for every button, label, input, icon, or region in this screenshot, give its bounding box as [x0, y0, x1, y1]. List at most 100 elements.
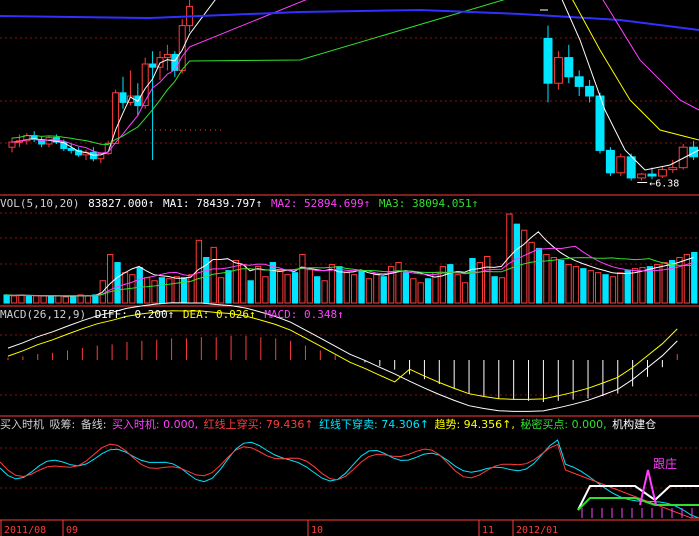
- volume-bar: [343, 272, 350, 304]
- candle-body: [119, 92, 127, 103]
- ind-inst: 机构建仓: [612, 418, 657, 431]
- volume-bar: [402, 272, 410, 304]
- candle-body: [543, 37, 553, 84]
- volume-bar: [151, 280, 158, 304]
- volume-bar: [240, 264, 247, 304]
- date-label: 2012/01: [516, 525, 558, 536]
- volume-bar: [454, 274, 461, 304]
- volume-bar: [114, 262, 121, 304]
- volume-bar: [646, 266, 654, 304]
- volume-bar: [521, 229, 528, 304]
- candle-body: [574, 76, 584, 87]
- volume-bar: [535, 247, 543, 304]
- volume-bar: [624, 270, 631, 304]
- date-label: 10: [311, 525, 323, 536]
- volume-bar: [380, 276, 387, 304]
- volume-bar: [284, 274, 291, 304]
- volume-bar: [55, 295, 62, 304]
- volume-bar: [513, 223, 520, 304]
- volume-bar: [594, 272, 602, 304]
- volume-bar: [358, 270, 365, 304]
- indicator-header: 买入时机 吸筹: 备线: 买入时机: 0.000, 红线上穿买: 79.436↑…: [0, 418, 699, 432]
- volume-bar: [62, 296, 69, 304]
- volume-bar: [550, 257, 557, 304]
- volume-bar: [291, 272, 299, 304]
- volume-bar: [299, 253, 306, 304]
- candle-body: [553, 57, 563, 84]
- ind-red-down: 红线下穿卖: 74.306↑: [319, 418, 429, 431]
- macd-diff: DIFF: 0.200↑: [94, 308, 175, 321]
- macd-title: MACD(26,12,9): [0, 308, 87, 321]
- macd-value: MACD: 0.348↑: [264, 308, 344, 321]
- volume-bar: [47, 295, 55, 304]
- vol-header: VOL(5,10,20) 83827.000↑ MA1: 78439.797↑ …: [0, 197, 699, 211]
- stock-chart[interactable]: ←6.38 跟庄 2011/08 09 10 11 2012/01 VOL(5,10,20)…: [0, 0, 699, 536]
- macd-header: MACD(26,12,9) DIFF: 0.200↑ DEA: 0.026↑ M…: [0, 308, 699, 322]
- volume-bar: [210, 246, 217, 304]
- candle-body: [564, 57, 574, 78]
- volume-bar: [668, 260, 676, 304]
- volume-bar: [609, 276, 617, 304]
- vol-title: VOL(5,10,20): [0, 197, 80, 210]
- candle-body: [149, 63, 157, 68]
- volume-bar: [277, 270, 284, 304]
- candle-body: [678, 146, 688, 169]
- price-ma-short-left: [11, 0, 216, 156]
- candle-body: [637, 173, 647, 179]
- volume-bar: [565, 264, 572, 304]
- volume-bar: [121, 272, 129, 304]
- volume-bar: [373, 274, 380, 304]
- volume-bar: [40, 295, 47, 304]
- volume-bar: [107, 253, 114, 304]
- volume-bar: [543, 253, 550, 304]
- volume-bar: [410, 278, 417, 304]
- price-ma-long-left: [11, 0, 505, 146]
- vol-value: 83827.000↑: [88, 197, 155, 210]
- ind-trend: 趋势: 94.356↑,: [434, 418, 515, 431]
- volume-bar: [417, 282, 424, 304]
- volume-bar: [70, 295, 77, 304]
- candle-body: [605, 149, 615, 174]
- volume-bar: [166, 278, 173, 304]
- volume-bar: [351, 274, 358, 304]
- volume-bar: [225, 270, 232, 304]
- volume-bar: [247, 280, 254, 304]
- vol-ma1: MA1: 78439.797↑: [162, 197, 263, 210]
- volume-bar: [306, 269, 313, 304]
- vol-ma2: MA2: 52894.699↑: [270, 197, 371, 210]
- indicator-sell-line: [0, 439, 699, 519]
- date-label: 09: [66, 525, 78, 536]
- low-price-label: ←6.38: [649, 178, 679, 189]
- ind-xichou: 吸筹:: [49, 418, 76, 431]
- date-label: 11: [482, 525, 494, 536]
- candle-body: [616, 156, 626, 174]
- volume-bar: [254, 266, 262, 304]
- volume-bar: [491, 276, 498, 304]
- volume-bar: [683, 253, 691, 304]
- volume-bar: [617, 272, 624, 304]
- candle-body: [657, 169, 667, 177]
- volume-bar: [498, 277, 506, 304]
- candle-body: [585, 85, 595, 97]
- volume-bar: [3, 294, 10, 304]
- ind-title: 买入时机: [0, 418, 44, 431]
- price-panel[interactable]: ←6.38 跟庄 2011/08 09 10 11 2012/01: [0, 0, 699, 536]
- candle-body: [178, 25, 186, 71]
- volume-bar: [572, 266, 580, 304]
- volume-bar: [602, 274, 609, 304]
- volume-bar: [469, 258, 476, 304]
- volume-bar: [10, 295, 18, 304]
- price-ma-long-right: [602, 0, 699, 111]
- ind-red-up: 红线上穿买: 79.436↑: [203, 418, 314, 431]
- volume-bar: [587, 270, 594, 304]
- candle-body: [647, 173, 657, 177]
- volume-bar: [558, 260, 565, 304]
- vol-ma3: MA3: 38094.051↑: [378, 197, 479, 210]
- volume-bar: [661, 262, 668, 304]
- volume-bar: [173, 276, 180, 304]
- candle-body: [8, 141, 16, 148]
- price-ma-blue: [0, 8, 699, 31]
- volume-bar: [321, 280, 328, 304]
- candle-body: [689, 146, 699, 158]
- volume-bar: [691, 251, 698, 304]
